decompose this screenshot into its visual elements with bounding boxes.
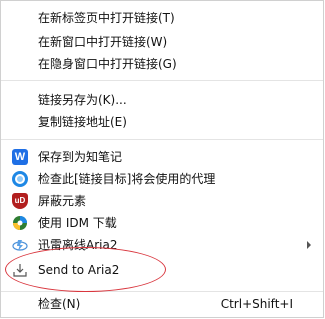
- ublock-icon: uD: [12, 193, 28, 209]
- menu-item-label: 检查此[链接目标]将会使用的代理: [38, 172, 216, 186]
- menu-item-label: 链接另存为(K)...: [38, 93, 127, 107]
- submenu-arrow-icon: [307, 241, 311, 249]
- menu-item-label: Send to Aria2: [38, 263, 120, 277]
- menu-item-inspect[interactable]: 检查(N) Ctrl+Shift+I: [1, 293, 323, 315]
- context-menu: 在新标签页中打开链接(T) 在新窗口中打开链接(W) 在隐身窗口中打开链接(G)…: [0, 0, 324, 318]
- idm-icon: [12, 215, 28, 231]
- menu-item-open-new-tab[interactable]: 在新标签页中打开链接(T): [1, 7, 323, 29]
- menu-item-label: 使用 IDM 下载: [38, 216, 117, 230]
- menu-item-label: 在新标签页中打开链接(T): [38, 11, 175, 25]
- menu-item-block-element[interactable]: uD 屏蔽元素: [1, 190, 323, 212]
- menu-item-label: 屏蔽元素: [38, 194, 87, 208]
- menu-item-open-new-window[interactable]: 在新窗口中打开链接(W): [1, 31, 323, 53]
- menu-item-copy-link-address[interactable]: 复制链接地址(E): [1, 111, 323, 133]
- menu-separator: [1, 80, 323, 81]
- menu-separator: [1, 291, 323, 292]
- download-icon: [12, 262, 28, 278]
- menu-item-label: 迅雷离线Aria2: [38, 238, 118, 252]
- menu-item-label: 保存到为知笔记: [38, 150, 123, 164]
- menu-item-label: 检查(N): [38, 297, 81, 311]
- menu-separator: [1, 139, 323, 140]
- menu-item-save-to-wiznote[interactable]: W 保存到为知笔记: [1, 146, 323, 168]
- thunder-aria2-icon: [12, 237, 28, 253]
- menu-item-save-link-as[interactable]: 链接另存为(K)...: [1, 89, 323, 111]
- menu-item-check-proxy[interactable]: 检查此[链接目标]将会使用的代理: [1, 168, 323, 190]
- menu-item-shortcut: Ctrl+Shift+I: [220, 297, 293, 311]
- menu-item-thunder-aria2[interactable]: 迅雷离线Aria2: [1, 234, 323, 256]
- wiz-note-icon: W: [12, 149, 28, 165]
- menu-item-label: 复制链接地址(E): [38, 115, 127, 129]
- proxy-check-icon: [12, 171, 28, 187]
- menu-item-idm-download[interactable]: 使用 IDM 下载: [1, 212, 323, 234]
- menu-item-send-to-aria2[interactable]: Send to Aria2: [1, 259, 323, 281]
- menu-item-label: 在隐身窗口中打开链接(G): [38, 57, 177, 71]
- menu-item-label: 在新窗口中打开链接(W): [38, 35, 168, 49]
- menu-item-open-incognito[interactable]: 在隐身窗口中打开链接(G): [1, 53, 323, 75]
